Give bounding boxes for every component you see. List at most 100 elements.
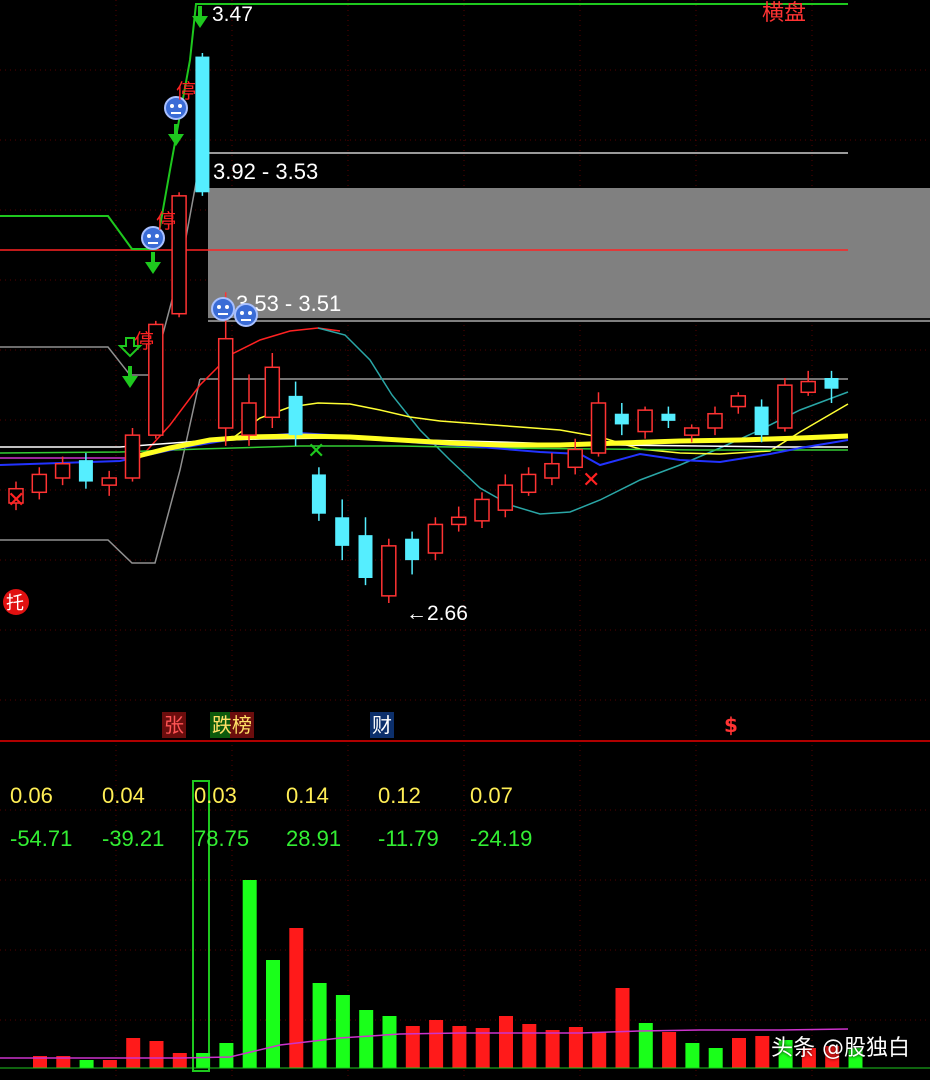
volume-bar <box>732 1038 746 1068</box>
candle-body <box>31 473 48 494</box>
volume-bar <box>499 1016 513 1068</box>
candle-body <box>54 462 71 479</box>
candle <box>707 406 723 436</box>
stat-value: 28.91 <box>286 826 342 851</box>
candle <box>520 467 537 496</box>
volume-bar <box>429 1020 444 1068</box>
candle-body <box>78 460 93 482</box>
s-tag[interactable]: $ <box>722 712 740 738</box>
volume-bar <box>126 1038 141 1068</box>
stat-value: 0.07 <box>470 783 513 808</box>
candle-body <box>730 395 747 408</box>
volume-bar <box>219 1043 234 1068</box>
candle-body <box>661 413 676 421</box>
volume-bar <box>102 1060 117 1068</box>
candle <box>241 374 257 446</box>
candle-body <box>241 402 257 436</box>
volume-bar <box>545 1030 560 1068</box>
candle-body <box>381 545 397 597</box>
cai-tag[interactable]: 财 <box>370 712 394 738</box>
candle-body <box>497 484 514 511</box>
candle <box>54 456 71 486</box>
die-bang-tag[interactable]: 跌榜 <box>210 712 254 738</box>
candle-body <box>405 538 420 561</box>
candle-body <box>683 427 700 436</box>
candle-body <box>707 412 723 429</box>
face-icon <box>211 297 235 321</box>
candle-body <box>777 384 793 429</box>
buy-x-marker: ✕ <box>307 439 325 464</box>
candle-body <box>754 406 769 436</box>
down-arrow-icon <box>168 124 184 146</box>
stat-value: 0.04 <box>102 783 145 808</box>
candle-body <box>614 413 629 425</box>
volume-bar <box>149 1041 164 1068</box>
candle-body <box>590 402 607 454</box>
candle <box>544 453 560 486</box>
volume-bar <box>662 1032 677 1068</box>
candle-body <box>824 378 839 389</box>
zhang-tag[interactable]: 张 <box>162 712 186 738</box>
down-arrow-icon <box>145 252 161 274</box>
candle <box>101 470 117 496</box>
candle-body <box>544 462 560 479</box>
volume-bar <box>289 928 304 1068</box>
volume-bar <box>405 1026 420 1068</box>
volume-bar <box>79 1060 94 1068</box>
volume-bar <box>685 1043 700 1068</box>
candle <box>405 531 420 575</box>
candle <box>195 53 210 196</box>
stat-value: 0.12 <box>378 783 421 808</box>
candle <box>661 406 676 428</box>
stop-marker: 停 <box>156 209 176 233</box>
candle-body <box>217 337 234 429</box>
candle <box>124 428 141 482</box>
volume-bar <box>638 1023 653 1068</box>
volume-series <box>33 880 863 1068</box>
candle <box>754 399 769 443</box>
volume-bar <box>266 960 280 1068</box>
stop-marker: 停 <box>176 79 196 103</box>
candle-body <box>264 366 281 419</box>
candle-body <box>195 56 210 193</box>
stat-value: 0.14 <box>286 783 329 808</box>
volume-bar <box>312 983 327 1068</box>
highlight-day-box <box>192 780 210 1072</box>
regime-label: 横盘 <box>762 1 806 26</box>
candle-body <box>637 409 653 433</box>
volume-bar <box>335 995 350 1068</box>
candle <box>358 517 373 586</box>
volume-bar <box>592 1032 607 1068</box>
stat-value: -11.79 <box>378 826 439 851</box>
volume-bar <box>615 988 630 1068</box>
stat-value: 0.06 <box>10 783 53 808</box>
volume-bar <box>242 880 257 1068</box>
candle-body <box>101 477 117 486</box>
candle-body <box>800 380 816 394</box>
stat-value: -39.21 <box>102 826 165 851</box>
candle <box>311 467 326 521</box>
down-arrow-icon <box>122 366 138 388</box>
candle <box>31 467 48 500</box>
candle-body <box>124 434 141 479</box>
candle <box>614 403 629 436</box>
candle-body <box>427 523 444 554</box>
watermark: 头条 @股独白 <box>771 1036 910 1061</box>
volume-bar <box>708 1048 723 1068</box>
sell-x-marker: ✕ <box>7 488 25 513</box>
candle-body <box>288 395 303 436</box>
volume-bar <box>755 1036 770 1068</box>
grid <box>0 0 930 1080</box>
candle <box>824 370 839 403</box>
tuo-label: 托 <box>6 593 24 614</box>
candle <box>427 517 444 561</box>
volume-bar <box>172 1053 187 1068</box>
candle <box>335 499 350 561</box>
stat-value: 0.03 <box>194 783 237 808</box>
candle-body <box>520 473 537 494</box>
face-icon <box>234 303 258 327</box>
stat-value: -24.19 <box>470 826 533 851</box>
volume-bar <box>382 1016 397 1068</box>
candle <box>264 353 281 428</box>
candle <box>381 538 397 603</box>
